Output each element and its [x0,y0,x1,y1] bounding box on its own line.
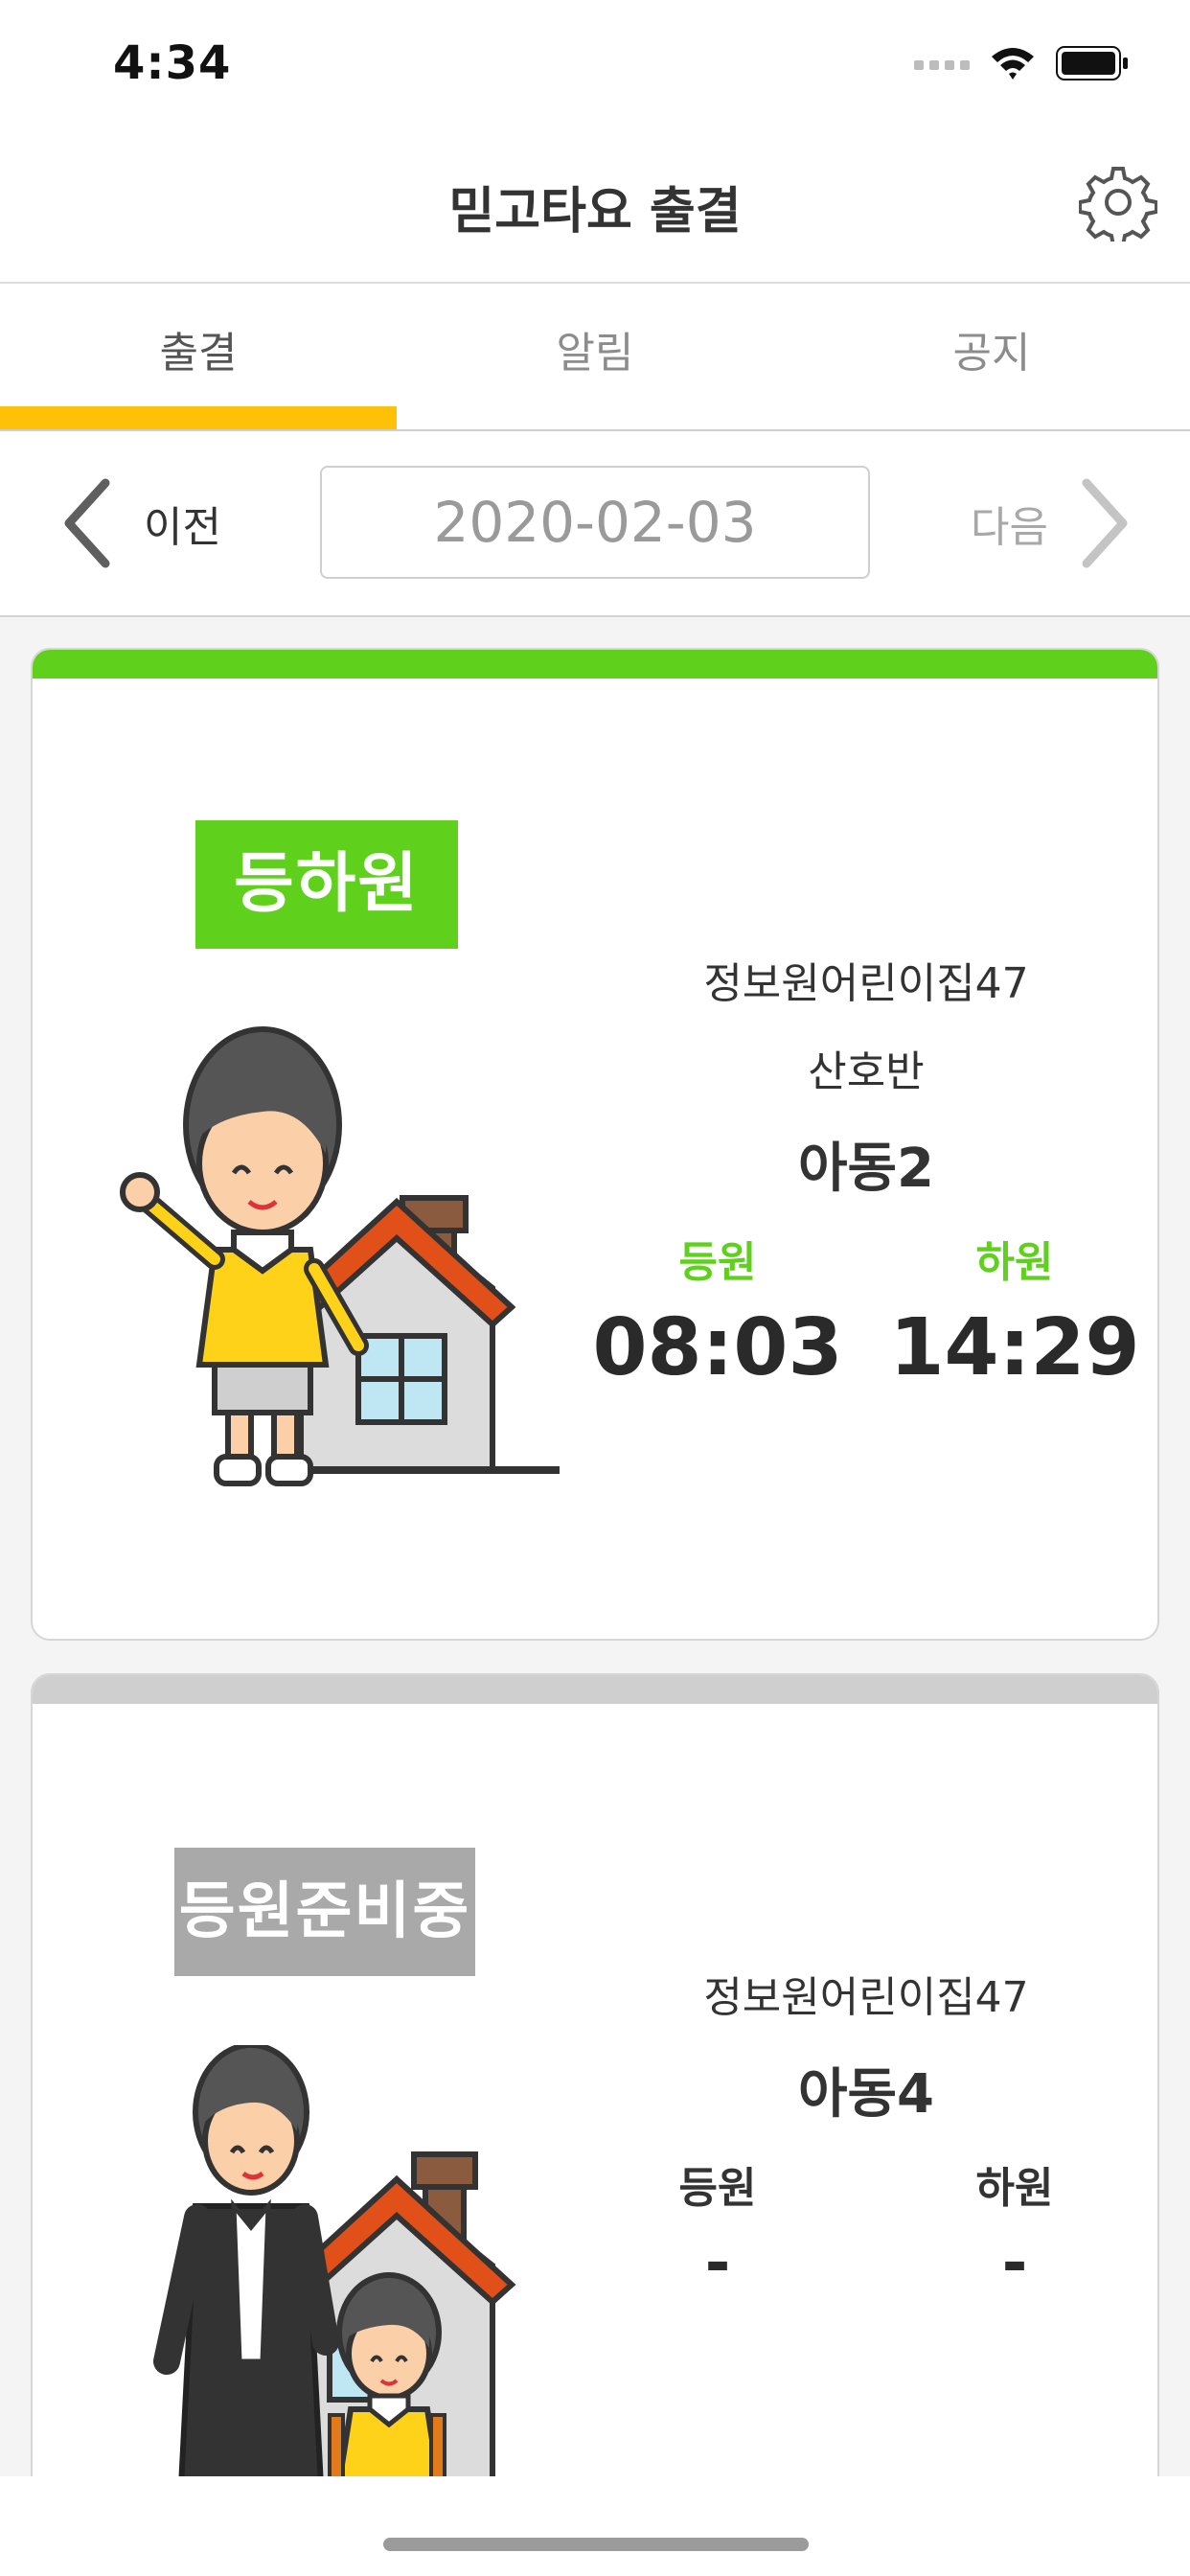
tab-notices[interactable]: 공지 [793,284,1190,429]
class-name: 산호반 [808,1047,925,1096]
departure-time: 14:29 [889,1302,1140,1393]
date-field[interactable]: 2020-02-03 [320,466,870,579]
card-status-bar [33,1675,1157,1704]
tab-attendance[interactable]: 출결 [0,284,397,429]
child-name: 아동4 [797,2063,934,2126]
arrival-time: 08:03 [592,1302,843,1393]
gear-icon[interactable] [1079,163,1157,242]
wifi-icon [992,48,1034,80]
status-badge: 등원준비중 [174,1848,475,1976]
next-day-button[interactable]: 다음 [971,473,1133,573]
departure-time: - [1001,2228,1028,2299]
parent-child-illustration [153,2045,516,2505]
departure-label: 하원 [975,1238,1054,1287]
home-indicator-area [0,2476,1190,2576]
departure-column: 하원 14:29 [881,1228,1149,1393]
departure-label: 하원 [975,2164,1054,2213]
attendance-info: 정보원어린이집47 아동4 등원 - 하원 - [569,1963,1157,2299]
next-day-label: 다음 [971,503,1048,552]
chevron-left-icon [64,478,110,568]
tab-notifications[interactable]: 알림 [397,284,793,429]
attendance-card[interactable]: 등하원 정보원어린이집47 산호반 아동2 등원 08:03 하원 14:29 [31,648,1159,1641]
home-indicator[interactable] [383,2538,809,2551]
child-name: 아동2 [797,1138,934,1200]
card-status-bar [33,650,1157,678]
time-row: 등원 08:03 하원 14:29 [569,1228,1157,1393]
attendance-card[interactable]: 등원준비중 정보원어린이집47 아동4 등원 - 하원 - [31,1673,1159,2536]
arrival-column: 등원 08:03 [584,1228,852,1393]
status-bar: 4:34 [0,0,1190,134]
status-badge: 등하원 [195,820,458,949]
arrival-label: 등원 [678,1238,757,1287]
signal-icon [914,60,970,70]
departure-column: 하원 - [881,2153,1149,2299]
status-icons [914,44,1129,82]
navigation-bar: 믿고타요 출결 [0,134,1190,284]
status-time: 4:34 [113,36,232,90]
date-navigator: 이전 2020-02-03 다음 [0,431,1190,617]
time-row: 등원 - 하원 - [569,2153,1157,2299]
battery-icon [1056,46,1128,80]
institution-name: 정보원어린이집47 [703,1973,1029,2022]
arrival-time: - [704,2228,731,2299]
child-home-illustration [120,1026,560,1486]
tab-bar: 출결 알림 공지 [0,284,1190,431]
prev-day-button[interactable]: 이전 [59,473,221,573]
chevron-right-icon [1082,478,1128,568]
arrival-column: 등원 - [584,2153,852,2299]
page-title: 믿고타요 출결 [448,183,742,241]
arrival-label: 등원 [678,2164,757,2213]
prev-day-label: 이전 [144,503,221,552]
attendance-info: 정보원어린이집47 산호반 아동2 등원 08:03 하원 14:29 [569,949,1157,1393]
institution-name: 정보원어린이집47 [703,959,1029,1008]
